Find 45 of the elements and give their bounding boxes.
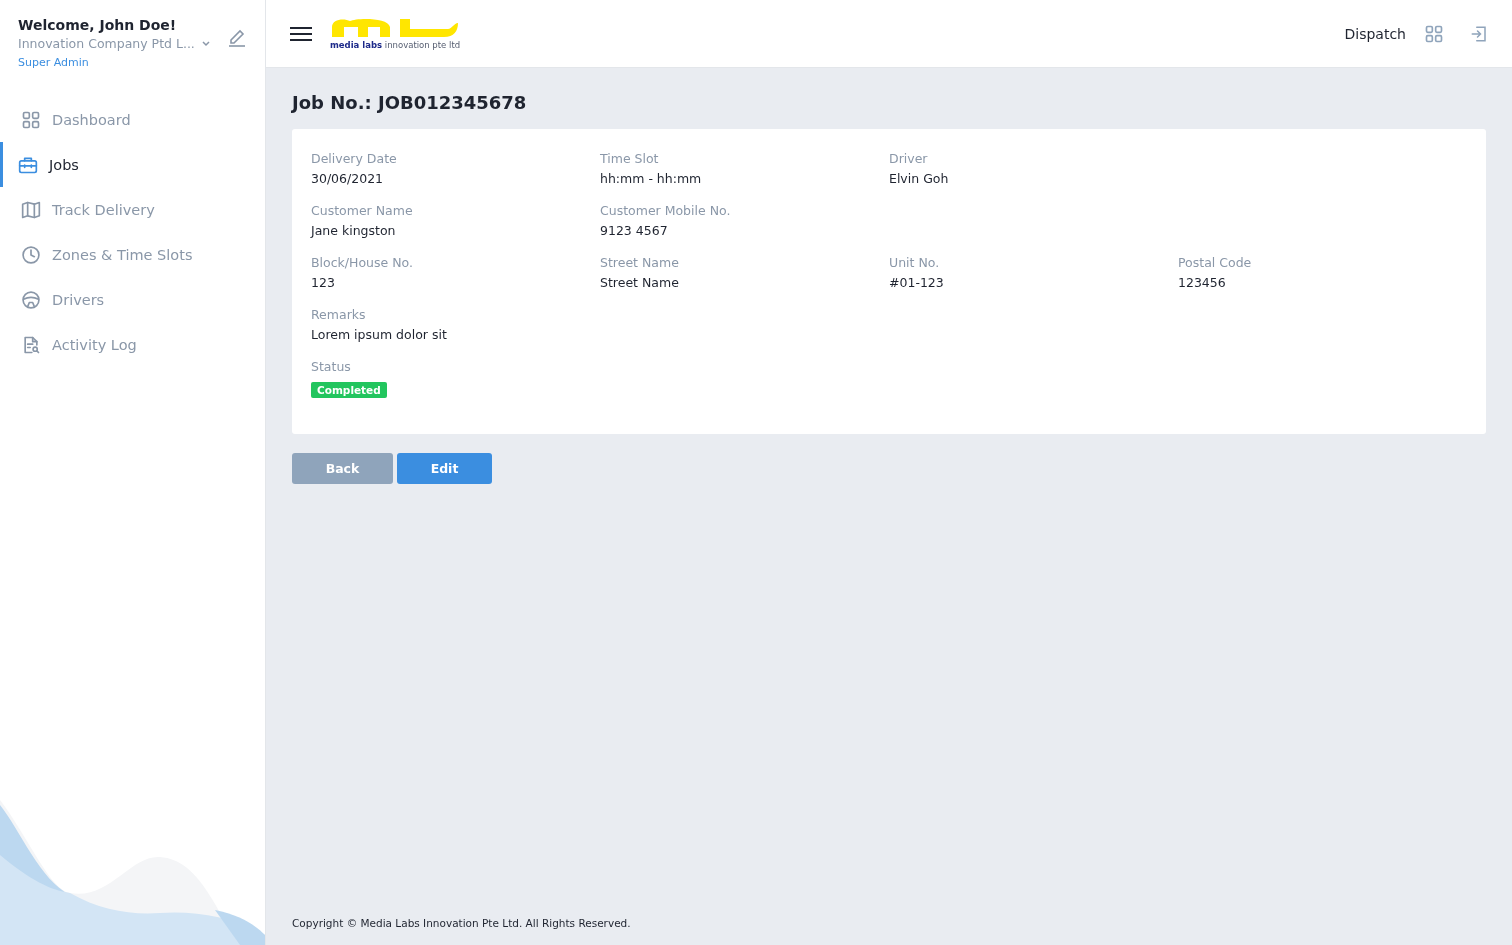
clock-icon bbox=[21, 244, 41, 265]
grid-icon bbox=[1424, 23, 1444, 44]
sidebar-item[interactable]: Track Delivery bbox=[0, 187, 265, 232]
field-label: Driver bbox=[889, 151, 929, 166]
company-name: Innovation Company Ptd L... bbox=[18, 36, 195, 51]
field-label: Unit No. bbox=[889, 255, 941, 270]
back-button[interactable]: Back bbox=[292, 453, 393, 484]
grid-icon bbox=[21, 109, 41, 130]
field-value: Lorem ipsum dolor sit bbox=[311, 327, 448, 342]
field-label: Customer Name bbox=[311, 203, 414, 218]
field-value: Elvin Goh bbox=[889, 171, 950, 186]
field-label: Status bbox=[311, 359, 352, 374]
field-label: Customer Mobile No. bbox=[600, 203, 732, 218]
sidebar-item[interactable]: Dashboard bbox=[0, 97, 265, 142]
user-role: Super Admin bbox=[18, 56, 90, 69]
edit-button[interactable]: Edit bbox=[397, 453, 492, 484]
page-title: Job No.: JOB012345678 bbox=[292, 92, 528, 113]
field-label: Remarks bbox=[311, 307, 367, 322]
field-label: Block/House No. bbox=[311, 255, 414, 270]
field-label: Delivery Date bbox=[311, 151, 398, 166]
menu-icon[interactable] bbox=[290, 25, 312, 42]
field-value: 123 bbox=[311, 275, 336, 290]
field-value: hh:mm - hh:mm bbox=[600, 171, 703, 186]
field-value: Street Name bbox=[600, 275, 680, 290]
chevron-down-icon[interactable] bbox=[200, 39, 211, 48]
field-label: Street Name bbox=[600, 255, 680, 270]
copyright-text: Copyright © Media Labs Innovation Pte Ltd. All Rights Reserved. bbox=[292, 917, 632, 931]
steering-wheel-icon bbox=[21, 289, 41, 310]
field-value: 30/06/2021 bbox=[311, 171, 385, 186]
field-value: 9123 4567 bbox=[600, 223, 669, 238]
field-value: #01-123 bbox=[889, 275, 945, 290]
logo-icon bbox=[330, 17, 458, 39]
field-value: Jane kingston bbox=[311, 223, 397, 238]
field-label: Time Slot bbox=[600, 151, 660, 166]
sidebar-item[interactable]: Zones & Time Slots bbox=[0, 232, 265, 277]
sidebar-item[interactable]: Drivers bbox=[0, 277, 265, 322]
welcome-text: Welcome, John Doe! bbox=[18, 17, 178, 33]
logo-text: media labs innovation pte ltd bbox=[330, 40, 461, 50]
map-icon bbox=[21, 199, 41, 220]
field-label: Postal Code bbox=[1178, 255, 1253, 270]
document-search-icon bbox=[21, 334, 41, 355]
sidebar-item[interactable]: Activity Log bbox=[0, 322, 265, 367]
field-value: 123456 bbox=[1178, 275, 1227, 290]
module-name: Dispatch bbox=[1344, 25, 1406, 42]
status-badge: Completed bbox=[311, 382, 387, 398]
